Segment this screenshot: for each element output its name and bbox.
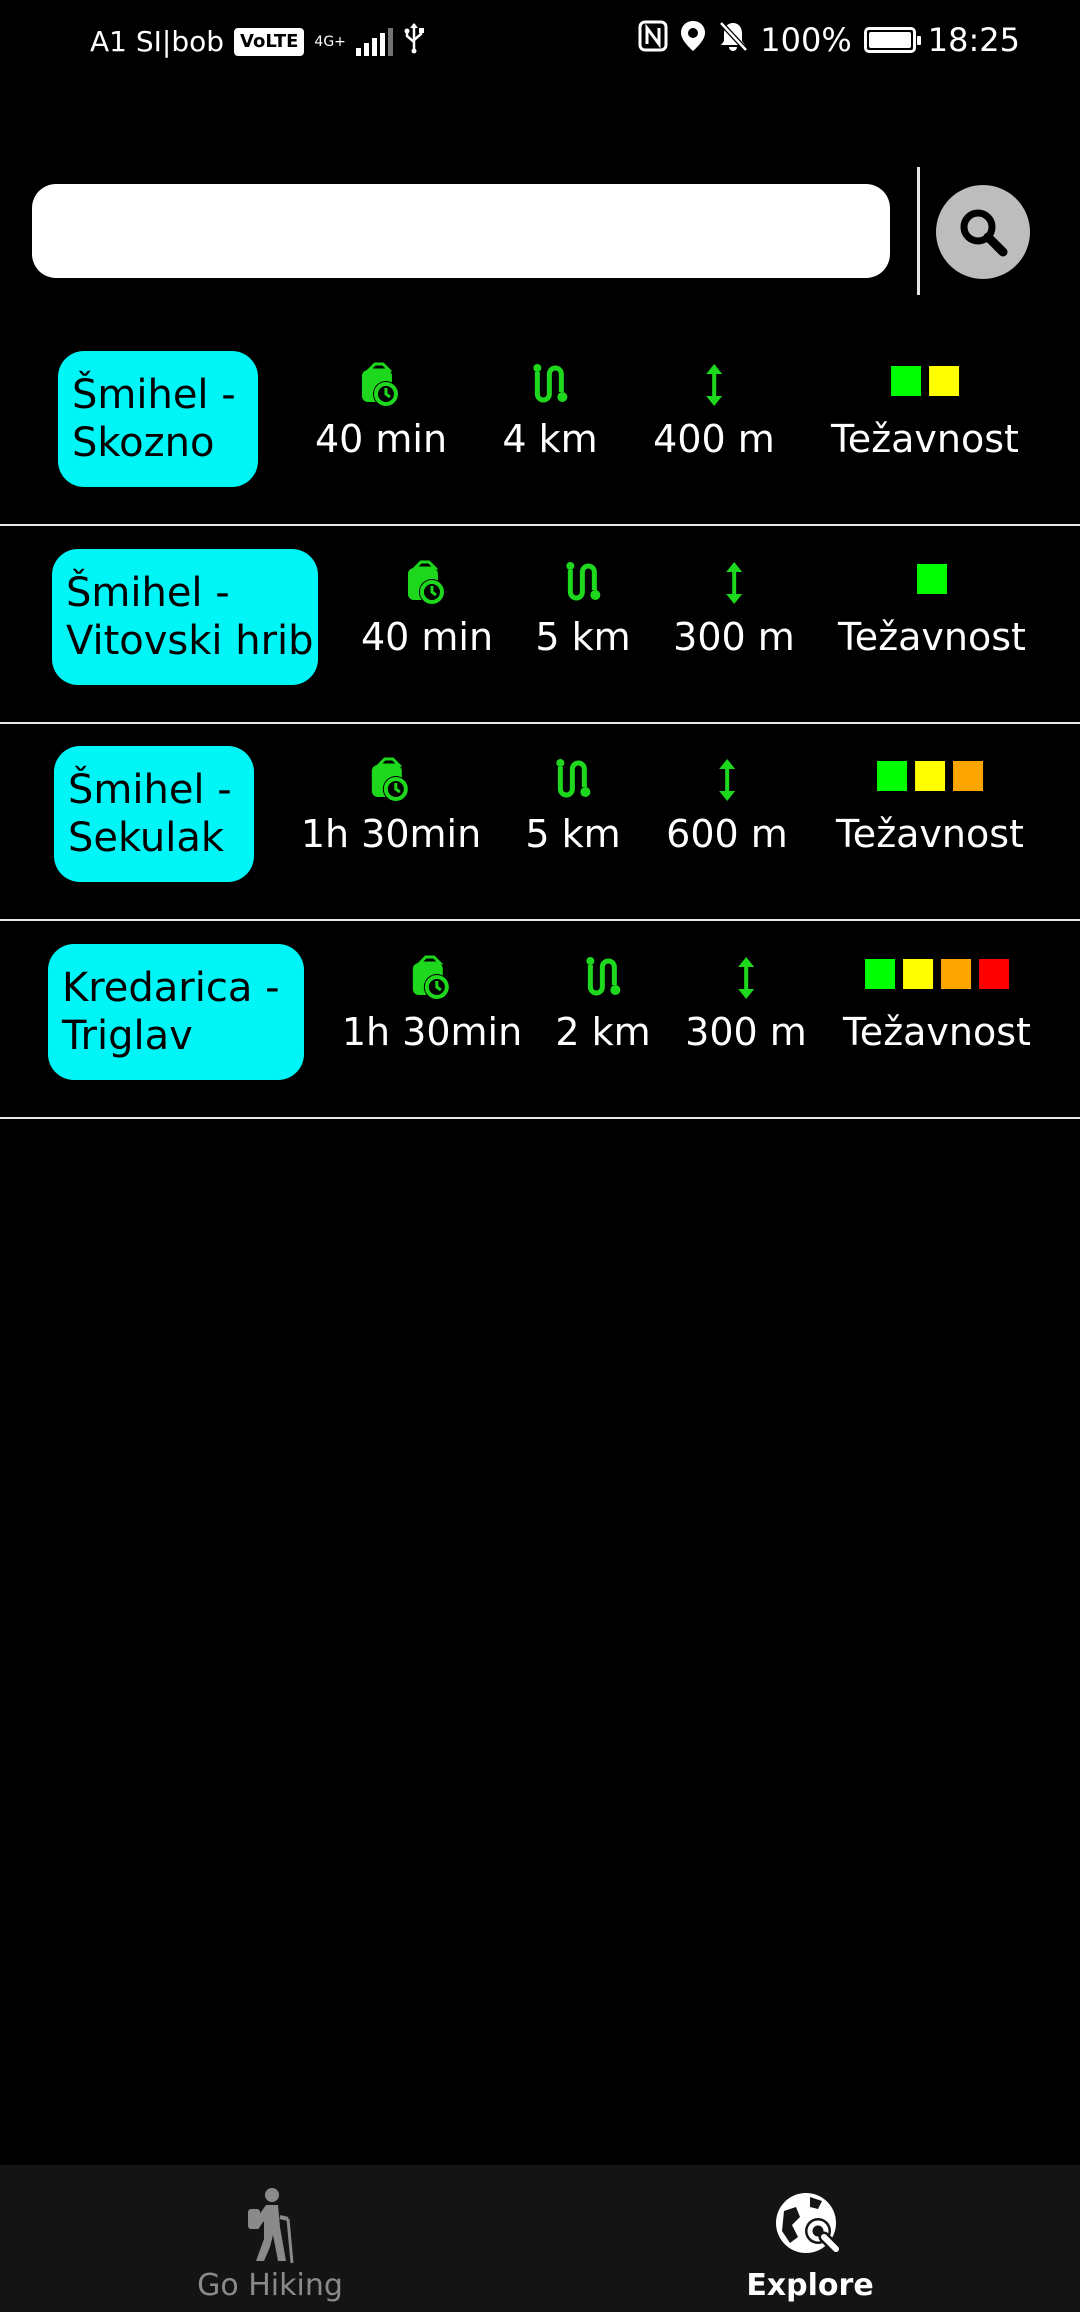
difficulty-square (876, 761, 907, 791)
elevation-icon (705, 364, 722, 406)
difficulty-square (890, 366, 921, 396)
trail-time-value: 40 min (360, 615, 494, 659)
difficulty-label: Težavnost (836, 812, 1024, 856)
battery-icon (863, 27, 921, 53)
trail-time: 40 min (361, 554, 493, 660)
difficulty-label: Težavnost (831, 417, 1019, 461)
trail-elevation-value: 300 m (673, 615, 795, 659)
trail-elevation-value: 600 m (666, 812, 788, 856)
trail-elevation: 600 m (666, 751, 788, 857)
nav-explore[interactable]: Explore (540, 2165, 1080, 2312)
search-divider (917, 167, 920, 295)
difficulty-square (952, 761, 983, 791)
trail-name-button[interactable]: Šmihel - Skozno (58, 351, 258, 487)
nav-explore-label: Explore (746, 2268, 874, 2303)
trail-row[interactable]: Šmihel - Sekulak 1h 30min 5 km 600 m Težavnos… (0, 725, 1080, 921)
trail-row[interactable]: Šmihel - Vitovski hrib 40 min 5 km 300 m Teža… (0, 528, 1080, 724)
trail-distance-value: 4 km (502, 417, 598, 461)
difficulty-indicator (836, 751, 1024, 811)
difficulty-indicator (838, 554, 1026, 614)
trail-name-button[interactable]: Šmihel - Sekulak (54, 746, 254, 882)
trail-time: 1h 30min (342, 949, 522, 1055)
trail-elevation: 400 m (653, 356, 775, 462)
clock-bag-icon (371, 757, 409, 802)
difficulty-square (864, 959, 895, 989)
difficulty-square (978, 959, 1009, 989)
difficulty-indicator (831, 356, 1019, 416)
trail-elevation-value: 400 m (653, 417, 775, 461)
nfc-icon (638, 20, 668, 60)
route-icon (586, 957, 620, 996)
usb-icon (403, 22, 425, 61)
trail-difficulty: Težavnost (831, 356, 1019, 462)
search-button[interactable] (936, 185, 1030, 279)
trail-distance: 5 km (525, 751, 621, 857)
volte-badge: VoLTE (234, 27, 305, 56)
battery-percent: 100% (760, 21, 852, 59)
trail-time: 1h 30min (301, 751, 481, 857)
clock-bag-icon (408, 560, 445, 605)
trail-name-button[interactable]: Šmihel - Vitovski hrib (52, 549, 318, 685)
hiker-icon (248, 2188, 294, 2264)
clock-bag-icon (362, 362, 399, 407)
difficulty-square (916, 564, 947, 594)
carrier-label: A1 SI|bob (90, 25, 225, 58)
mute-bell-icon (718, 20, 749, 60)
network-type: 4G+ (314, 33, 346, 50)
bottom-nav: Go Hiking Explore (0, 2165, 1080, 2312)
status-right: 100% 18:25 (638, 20, 1020, 60)
clock: 18:25 (927, 21, 1020, 59)
trail-name-button[interactable]: Kredarica - Triglav (48, 944, 304, 1080)
elevation-icon (725, 562, 742, 604)
search-icon (960, 209, 1008, 257)
trail-distance: 2 km (555, 949, 651, 1055)
route-icon (533, 364, 567, 403)
difficulty-square (914, 761, 945, 791)
nav-go-hiking[interactable]: Go Hiking (0, 2165, 540, 2312)
status-bar: A1 SI|bob VoLTE 4G+ 100% 18:25 (0, 0, 1080, 84)
trail-difficulty: Težavnost (843, 949, 1031, 1055)
trail-row[interactable]: Kredarica - Triglav 1h 30min 2 km 300 m Težav… (0, 923, 1080, 1119)
trail-time-value: 40 min (314, 417, 448, 461)
difficulty-square (902, 959, 933, 989)
trail-elevation-value: 300 m (685, 1010, 807, 1054)
difficulty-label: Težavnost (838, 615, 1026, 659)
nav-go-hiking-label: Go Hiking (197, 2268, 343, 2303)
difficulty-square (928, 366, 959, 396)
location-icon (680, 20, 706, 60)
trail-distance-value: 2 km (555, 1010, 651, 1054)
trail-elevation: 300 m (685, 949, 807, 1055)
difficulty-square (940, 959, 971, 989)
trail-distance: 5 km (535, 554, 631, 660)
status-left: A1 SI|bob VoLTE 4G+ (90, 22, 425, 61)
difficulty-label: Težavnost (843, 1010, 1031, 1054)
route-icon (566, 562, 600, 601)
trail-row[interactable]: Šmihel - Skozno 40 min 4 km 400 m Težavnost (0, 330, 1080, 526)
route-icon (556, 759, 590, 798)
trail-time-value: 1h 30min (300, 812, 482, 856)
elevation-icon (718, 759, 735, 801)
trail-distance-value: 5 km (525, 812, 621, 856)
trail-distance-value: 5 km (535, 615, 631, 659)
signal-icon (355, 27, 393, 56)
elevation-icon (737, 957, 754, 999)
trail-elevation: 300 m (673, 554, 795, 660)
clock-bag-icon (412, 955, 450, 1000)
trail-distance: 4 km (502, 356, 598, 462)
trail-time-value: 1h 30min (341, 1010, 523, 1054)
search-input[interactable] (32, 184, 890, 278)
explore-icon (776, 2193, 844, 2257)
trail-difficulty: Težavnost (836, 751, 1024, 857)
trail-difficulty: Težavnost (838, 554, 1026, 660)
difficulty-indicator (843, 949, 1031, 1009)
trail-time: 40 min (315, 356, 447, 462)
